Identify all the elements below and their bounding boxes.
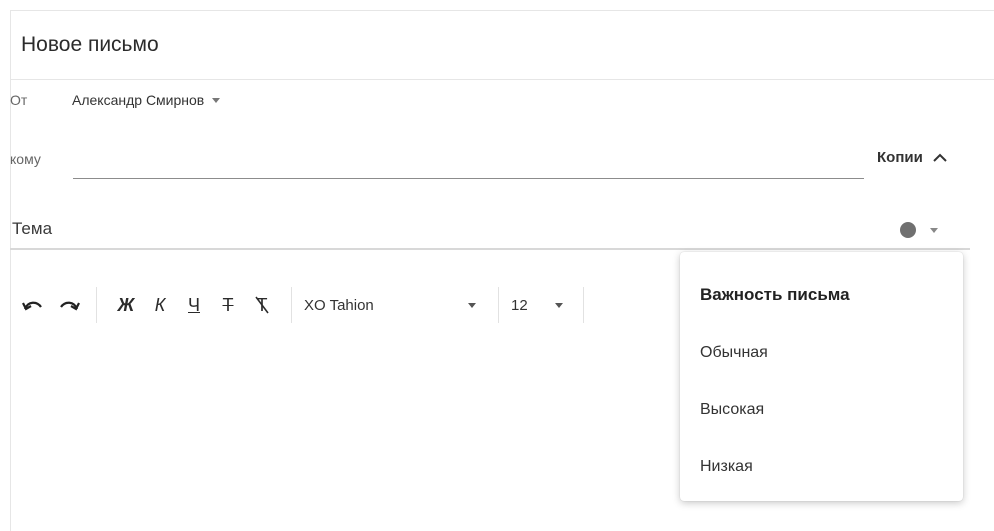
- page-title: Новое письмо: [21, 33, 159, 56]
- toolbar-divider: [96, 287, 97, 323]
- italic-button[interactable]: К: [143, 295, 177, 316]
- to-input[interactable]: [73, 145, 864, 179]
- chevron-down-icon: [468, 302, 476, 308]
- clear-format-icon: [255, 296, 269, 313]
- font-family-select[interactable]: XO Tahion: [304, 297, 486, 314]
- from-selector[interactable]: Александр Смирнов: [72, 92, 221, 108]
- subject-row: [10, 212, 970, 250]
- bold-button[interactable]: Ж: [109, 295, 143, 316]
- importance-menu-title: Важность письма: [700, 285, 850, 304]
- compose-header: Новое письмо: [11, 11, 994, 80]
- font-family-value: XO Tahion: [304, 296, 374, 314]
- to-label: кому: [10, 151, 41, 167]
- chevron-down-icon: [212, 97, 221, 103]
- font-size-value: 12: [511, 296, 528, 314]
- toolbar-divider: [291, 287, 292, 323]
- importance-button[interactable]: [900, 222, 938, 238]
- toolbar-divider: [498, 287, 499, 323]
- redo-icon[interactable]: [54, 297, 84, 313]
- chevron-up-icon: [933, 153, 947, 162]
- from-row: От Александр Смирнов: [10, 85, 221, 115]
- strikethrough-label: Т: [222, 294, 234, 315]
- importance-option-high[interactable]: Высокая: [700, 401, 764, 419]
- to-row: кому Копии: [10, 145, 980, 179]
- chevron-down-icon: [555, 302, 563, 308]
- cc-label: Копии: [877, 149, 923, 166]
- format-toolbar: Ж К Ч Т Т XO Tahion 12: [18, 285, 596, 325]
- chevron-down-icon: [930, 227, 938, 233]
- importance-indicator-icon: [900, 222, 916, 238]
- toolbar-divider: [583, 287, 584, 323]
- cc-toggle-button[interactable]: Копии: [877, 149, 947, 166]
- importance-option-normal[interactable]: Обычная: [700, 344, 768, 362]
- from-label: От: [10, 92, 28, 108]
- font-size-select[interactable]: 12: [511, 297, 571, 314]
- importance-option-low[interactable]: Низкая: [700, 458, 753, 476]
- undo-icon[interactable]: [18, 297, 48, 313]
- strikethrough-button[interactable]: Т: [211, 295, 245, 316]
- underline-button[interactable]: Ч: [177, 295, 211, 316]
- from-value: Александр Смирнов: [72, 92, 205, 108]
- clear-format-button[interactable]: Т: [245, 295, 279, 316]
- subject-input[interactable]: [10, 212, 874, 246]
- importance-menu: Важность письма Обычная Высокая Низкая: [680, 252, 963, 501]
